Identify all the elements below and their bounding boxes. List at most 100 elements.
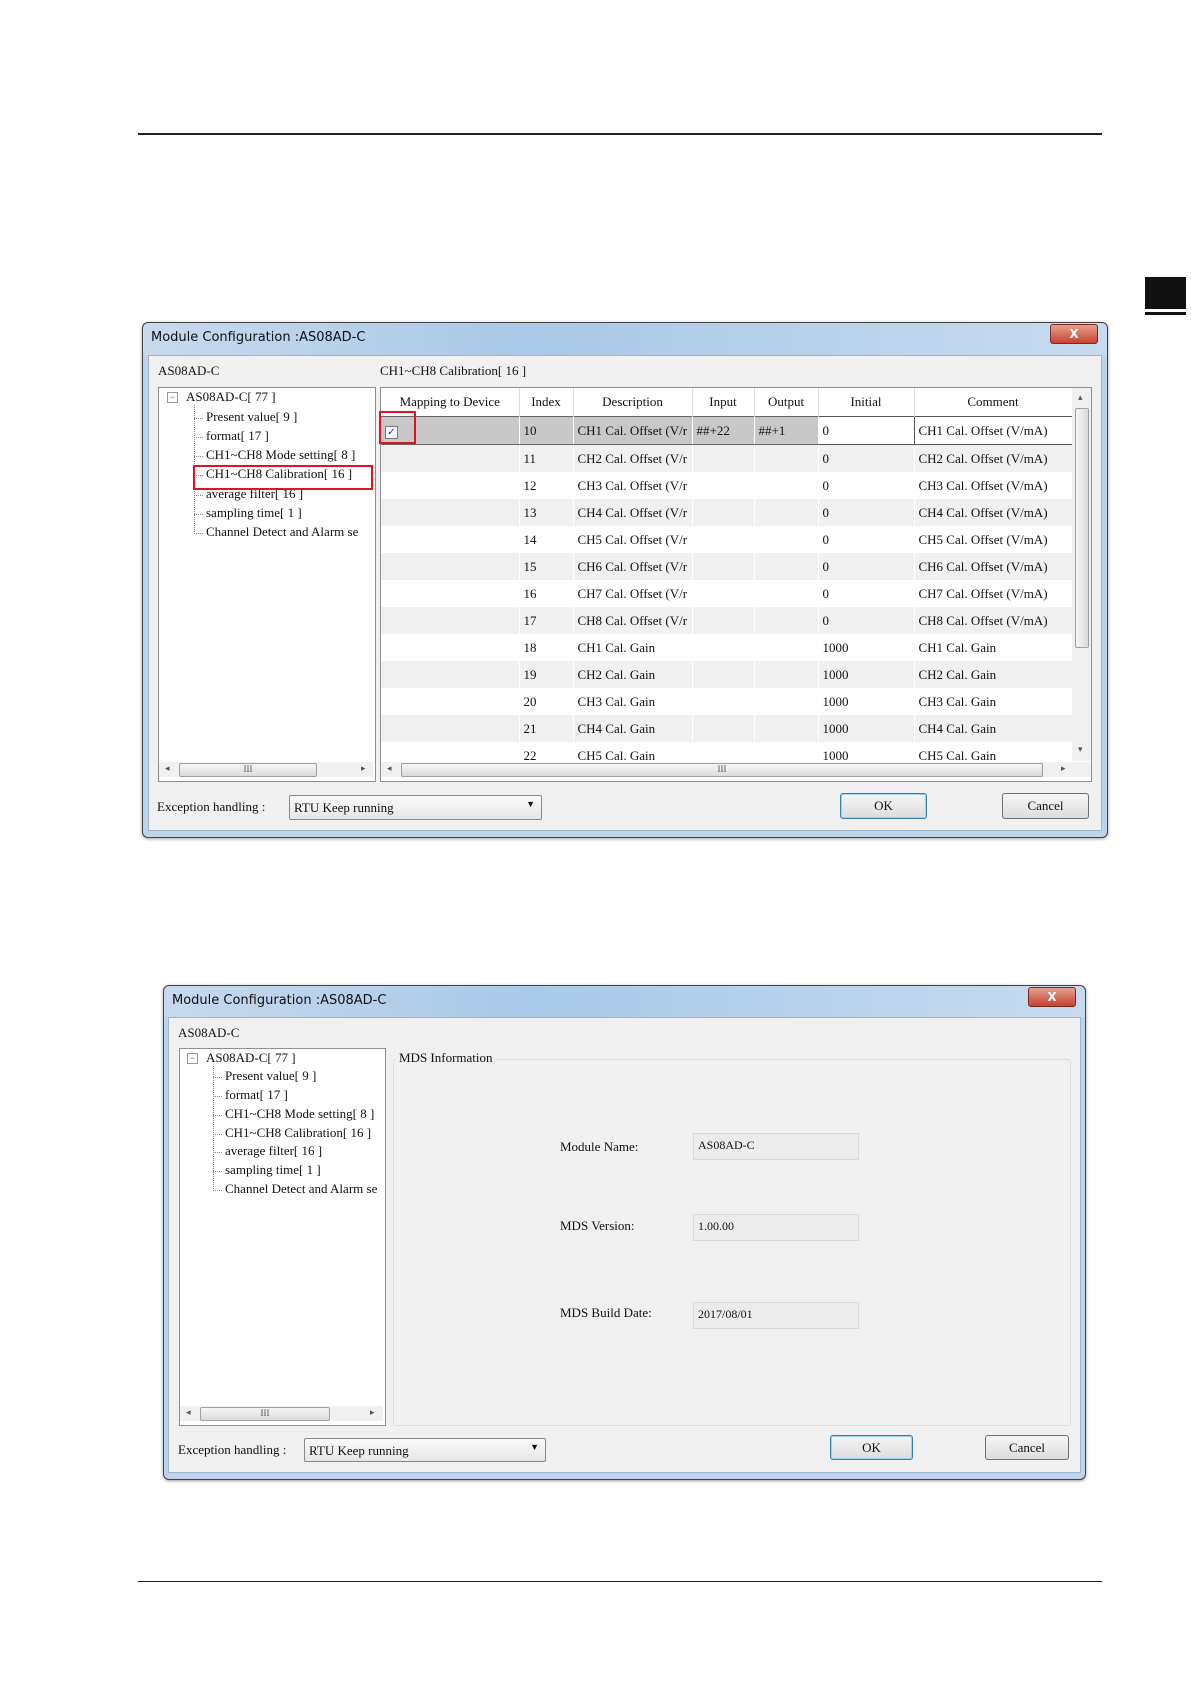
comment-cell[interactable]: CH3 Cal. Gain: [914, 688, 1073, 715]
comment-cell[interactable]: CH8 Cal. Offset (V/mA): [914, 607, 1073, 634]
mapping-cell[interactable]: [381, 444, 520, 472]
column-header[interactable]: Comment: [914, 388, 1073, 417]
comment-cell[interactable]: CH4 Cal. Gain: [914, 715, 1073, 742]
output-cell: [754, 634, 819, 661]
table-row[interactable]: ✓ 10 CH1 Cal. Offset (V/r ##+22 ##+1 0 CH1 Cal…: [381, 416, 1073, 445]
mapping-cell[interactable]: [381, 715, 520, 742]
tree-item[interactable]: format[ 17 ]: [213, 1087, 288, 1103]
tree-horizontal-scrollbar[interactable]: ◂ III ▸: [159, 762, 373, 777]
ok-button[interactable]: OK: [830, 1435, 913, 1460]
initial-cell[interactable]: 1000: [818, 715, 915, 742]
tree-horizontal-scrollbar[interactable]: ◂ III ▸: [180, 1406, 383, 1421]
initial-cell[interactable]: 1000: [818, 661, 915, 688]
output-cell: [754, 688, 819, 715]
comment-cell[interactable]: CH2 Cal. Offset (V/mA): [914, 444, 1073, 472]
tree-item[interactable]: sampling time[ 1 ]: [213, 1162, 321, 1178]
initial-cell[interactable]: 1000: [818, 688, 915, 715]
dialog-title: Module Configuration :AS08AD-C: [151, 330, 366, 345]
comment-cell[interactable]: CH6 Cal. Offset (V/mA): [914, 553, 1073, 580]
initial-cell[interactable]: 0: [818, 499, 915, 526]
mapping-cell[interactable]: [381, 661, 520, 688]
collapse-icon[interactable]: −: [167, 392, 178, 403]
mds-version-field: 1.00.00: [693, 1214, 859, 1241]
comment-cell[interactable]: CH2 Cal. Gain: [914, 661, 1073, 688]
initial-cell[interactable]: 0: [818, 526, 915, 553]
mapping-cell[interactable]: [381, 472, 520, 499]
description-cell: CH7 Cal. Offset (V/r: [573, 580, 693, 607]
output-cell: [754, 444, 819, 472]
input-cell: [692, 715, 755, 742]
initial-cell[interactable]: 0: [818, 580, 915, 607]
column-header[interactable]: Initial: [818, 388, 915, 417]
output-cell: ##+1: [754, 416, 819, 445]
tree-item[interactable]: Channel Detect and Alarm se: [212, 1181, 377, 1197]
close-button[interactable]: X: [1050, 324, 1098, 344]
mapping-cell[interactable]: [381, 553, 520, 580]
index-cell: 17: [519, 607, 574, 634]
close-button[interactable]: X: [1028, 987, 1076, 1007]
comment-cell[interactable]: CH4 Cal. Offset (V/mA): [914, 499, 1073, 526]
column-header[interactable]: Description: [573, 388, 693, 417]
exception-handling-value: RTU Keep running: [294, 800, 394, 815]
column-header[interactable]: Input: [692, 388, 755, 417]
table-row[interactable]: 19 CH2 Cal. Gain 1000 CH2 Cal. Gain: [381, 661, 1073, 688]
table-row[interactable]: 18 CH1 Cal. Gain 1000 CH1 Cal. Gain: [381, 634, 1073, 661]
description-cell: CH1 Cal. Offset (V/r: [573, 416, 693, 445]
tree-item[interactable]: Channel Detect and Alarm se: [193, 524, 358, 540]
tree-item[interactable]: Present value[ 9 ]: [193, 409, 297, 425]
highlight-tree-selection: [193, 465, 373, 490]
initial-cell[interactable]: 0: [817, 416, 915, 445]
tree-item[interactable]: sampling time[ 1 ]: [194, 505, 302, 521]
table-row[interactable]: 16 CH7 Cal. Offset (V/r 0 CH7 Cal. Offset (…: [381, 580, 1073, 607]
initial-cell[interactable]: 0: [818, 607, 915, 634]
table-row[interactable]: 21 CH4 Cal. Gain 1000 CH4 Cal. Gain: [381, 715, 1073, 742]
exception-handling-select[interactable]: RTU Keep running ▼: [304, 1438, 546, 1462]
table-row[interactable]: 15 CH6 Cal. Offset (V/r 0 CH6 Cal. Offset (…: [381, 553, 1073, 580]
table-row[interactable]: 11 CH2 Cal. Offset (V/r 0 CH2 Cal. Offset (…: [381, 444, 1073, 472]
comment-cell[interactable]: CH3 Cal. Offset (V/mA): [914, 472, 1073, 499]
ok-button[interactable]: OK: [840, 793, 927, 819]
table-row[interactable]: 13 CH4 Cal. Offset (V/r 0 CH4 Cal. Offset (…: [381, 499, 1073, 526]
initial-cell[interactable]: 0: [818, 444, 915, 472]
tree-item[interactable]: average filter[ 16 ]: [212, 1143, 322, 1159]
mapping-cell[interactable]: [381, 688, 520, 715]
exception-handling-select[interactable]: RTU Keep running ▼: [289, 795, 542, 820]
table-row[interactable]: 14 CH5 Cal. Offset (V/r 0 CH5 Cal. Offset (…: [381, 526, 1073, 553]
initial-cell[interactable]: 0: [818, 553, 915, 580]
title-bar[interactable]: Module Configuration :AS08AD-C X: [164, 986, 1085, 1017]
mapping-cell[interactable]: [381, 499, 520, 526]
output-cell: [754, 607, 819, 634]
tree-item[interactable]: format[ 17 ]: [194, 428, 269, 444]
mapping-cell[interactable]: [381, 607, 520, 634]
grid-horizontal-scrollbar[interactable]: ◂ III ▸: [381, 762, 1091, 777]
initial-cell[interactable]: 0: [818, 472, 915, 499]
cancel-button[interactable]: Cancel: [985, 1435, 1069, 1460]
mapping-cell[interactable]: [381, 634, 520, 661]
grid-vertical-scrollbar[interactable]: ▴ ▾: [1072, 388, 1091, 761]
table-row[interactable]: 12 CH3 Cal. Offset (V/r 0 CH3 Cal. Offset (…: [381, 472, 1073, 499]
comment-cell[interactable]: CH1 Cal. Offset (V/mA): [913, 416, 1073, 445]
comment-cell[interactable]: CH7 Cal. Offset (V/mA): [914, 580, 1073, 607]
tree-item[interactable]: Present value[ 9 ]: [212, 1068, 316, 1084]
title-bar[interactable]: Module Configuration :AS08AD-C X: [143, 323, 1107, 355]
tree-root[interactable]: AS08AD-C[ 77 ]: [206, 1050, 296, 1066]
table-row[interactable]: 17 CH8 Cal. Offset (V/r 0 CH8 Cal. Offset (…: [381, 607, 1073, 634]
mapping-cell[interactable]: [381, 580, 520, 607]
module-label: AS08AD-C: [158, 363, 220, 378]
mapping-cell[interactable]: [381, 526, 520, 553]
column-header[interactable]: Output: [754, 388, 819, 417]
cancel-button[interactable]: Cancel: [1002, 793, 1089, 819]
dialog-title: Module Configuration :AS08AD-C: [172, 993, 387, 1008]
comment-cell[interactable]: CH1 Cal. Gain: [914, 634, 1073, 661]
index-cell: 16: [519, 580, 574, 607]
tree-item[interactable]: CH1~CH8 Calibration[ 16 ]: [212, 1125, 371, 1141]
table-row[interactable]: 20 CH3 Cal. Gain 1000 CH3 Cal. Gain: [381, 688, 1073, 715]
tree-item[interactable]: CH1~CH8 Mode setting[ 8 ]: [193, 447, 355, 463]
parameter-table: Mapping to Device Index Description Input Ou…: [381, 388, 1073, 769]
tree-root[interactable]: AS08AD-C[ 77 ]: [186, 389, 276, 405]
collapse-icon[interactable]: −: [187, 1053, 198, 1064]
column-header[interactable]: Index: [519, 388, 574, 417]
comment-cell[interactable]: CH5 Cal. Offset (V/mA): [914, 526, 1073, 553]
initial-cell[interactable]: 1000: [818, 634, 915, 661]
tree-item[interactable]: CH1~CH8 Mode setting[ 8 ]: [212, 1106, 374, 1122]
